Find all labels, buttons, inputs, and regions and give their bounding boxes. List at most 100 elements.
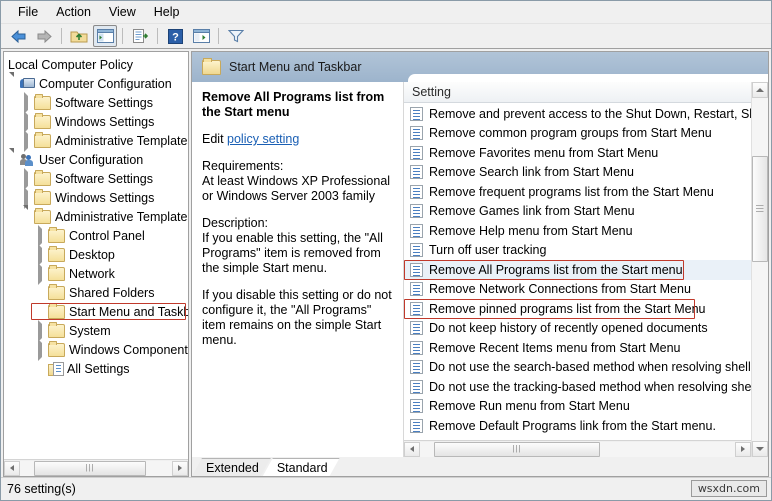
tree-item-network[interactable]: Network xyxy=(4,262,188,285)
expander-closed-icon[interactable] xyxy=(20,91,34,114)
scroll-thumb[interactable]: ||| xyxy=(752,156,768,262)
show-hide-console-tree-icon[interactable] xyxy=(93,25,117,47)
list-item-remove-pinned-programs[interactable]: Remove pinned programs list from the Sta… xyxy=(404,299,751,319)
policy-setting-icon xyxy=(410,243,423,258)
list-item-selected-remove-all-programs[interactable]: Remove All Programs list from the Start … xyxy=(404,260,751,280)
watermark: wsxdn.com xyxy=(690,480,767,497)
list-item[interactable]: Turn off user tracking xyxy=(404,241,751,261)
list-vertical-scrollbar[interactable]: ||| xyxy=(751,82,768,457)
header-notch xyxy=(408,74,768,82)
scroll-track[interactable]: ||| xyxy=(420,441,735,457)
list-item[interactable]: Remove common program groups from Start … xyxy=(404,124,751,144)
folder-icon xyxy=(48,340,65,357)
scroll-right-icon[interactable] xyxy=(172,460,188,476)
scroll-track[interactable]: ||| xyxy=(752,98,768,441)
tree-item-computer-configuration[interactable]: Computer Configuration xyxy=(4,71,188,93)
folder-icon xyxy=(34,169,51,186)
forward-icon[interactable] xyxy=(32,25,56,47)
column-header-setting[interactable]: Setting xyxy=(404,82,751,103)
list-item[interactable]: Remove Help menu from Start Menu xyxy=(404,221,751,241)
list-item[interactable]: Do not use the search-based method when … xyxy=(404,358,751,378)
tree-item-windows-components[interactable]: Windows Components xyxy=(4,338,188,361)
filter-icon[interactable] xyxy=(224,25,248,47)
list-item[interactable]: Do not keep history of recently opened d… xyxy=(404,319,751,339)
export-list-icon[interactable] xyxy=(128,25,152,47)
expander-open-icon[interactable] xyxy=(6,147,20,167)
tree-item-windows-settings-user[interactable]: Windows Settings xyxy=(4,186,188,209)
tree-item-desktop[interactable]: Desktop xyxy=(4,243,188,266)
menu-action[interactable]: Action xyxy=(47,3,100,21)
tree-item-label: Windows Settings xyxy=(55,190,155,205)
list-item-label: Do not keep history of recently opened d… xyxy=(429,321,708,336)
policy-setting-icon xyxy=(410,126,423,141)
list-item[interactable]: Remove Favorites menu from Start Menu xyxy=(404,143,751,163)
list-item[interactable]: Remove Run menu from Start Menu xyxy=(404,397,751,417)
scroll-right-icon[interactable] xyxy=(735,441,751,457)
list-item[interactable]: Remove Recent Items menu from Start Menu xyxy=(404,338,751,358)
expander-open-icon[interactable] xyxy=(20,204,34,224)
back-icon[interactable] xyxy=(6,25,30,47)
expander-closed-icon[interactable] xyxy=(20,186,34,209)
help-icon[interactable]: ? xyxy=(163,25,187,47)
list-item[interactable]: Remove Default Programs link from the St… xyxy=(404,416,751,436)
scroll-down-icon[interactable] xyxy=(752,441,768,457)
policy-setting-icon xyxy=(410,418,423,433)
list-item[interactable]: Do not use the tracking-based method whe… xyxy=(404,377,751,397)
policy-setting-icon xyxy=(410,301,423,316)
menu-file[interactable]: File xyxy=(9,3,47,21)
scroll-left-icon[interactable] xyxy=(4,460,20,476)
tree-item-user-configuration[interactable]: User Configuration xyxy=(4,147,188,169)
expander-closed-icon[interactable] xyxy=(34,224,48,247)
settings-list-pane: Setting Remove and prevent access to the… xyxy=(404,82,768,457)
tree-item-local-computer-policy[interactable]: Local Computer Policy xyxy=(4,55,188,74)
tree-item-windows-settings-computer[interactable]: Windows Settings xyxy=(4,110,188,133)
tree-item-start-menu-and-taskbar[interactable]: Start Menu and Taskbar xyxy=(4,302,188,321)
list-item[interactable]: Remove Network Connections from Start Me… xyxy=(404,280,751,300)
scroll-thumb[interactable]: ||| xyxy=(34,460,146,476)
list-horizontal-scrollbar[interactable]: ||| xyxy=(404,440,751,457)
tree-item-system[interactable]: System xyxy=(4,319,188,342)
expander-closed-icon[interactable] xyxy=(34,319,48,342)
tree-item-all-settings[interactable]: All Settings xyxy=(4,359,188,378)
expander-closed-icon[interactable] xyxy=(20,167,34,190)
menu-help[interactable]: Help xyxy=(145,3,189,21)
tab-standard[interactable]: Standard xyxy=(263,458,340,476)
list-item-label: Turn off user tracking xyxy=(429,243,547,258)
policy-setting-icon xyxy=(410,399,423,414)
scroll-thumb[interactable]: ||| xyxy=(434,441,600,457)
scroll-left-icon[interactable] xyxy=(404,441,420,457)
up-one-level-icon[interactable] xyxy=(67,25,91,47)
properties-icon[interactable] xyxy=(189,25,213,47)
list-item[interactable]: Remove Games link from Start Menu xyxy=(404,202,751,222)
list-item[interactable]: Remove and prevent access to the Shut Do… xyxy=(404,104,751,124)
list-item[interactable]: Remove Search link from Start Menu xyxy=(404,163,751,183)
expander-open-icon[interactable] xyxy=(6,71,20,91)
expander-closed-icon[interactable] xyxy=(20,129,34,152)
tree-item-administrative-templates-computer[interactable]: Administrative Templates xyxy=(4,129,188,152)
tree-item-administrative-templates-user[interactable]: Administrative Templates xyxy=(4,204,188,226)
tree-item-software-settings-user[interactable]: Software Settings xyxy=(4,167,188,190)
scroll-up-icon[interactable] xyxy=(752,82,768,98)
settings-list[interactable]: Remove and prevent access to the Shut Do… xyxy=(404,103,751,440)
expander-closed-icon[interactable] xyxy=(34,262,48,285)
edit-policy-line: Edit policy setting xyxy=(202,132,395,146)
console-tree[interactable]: Local Computer Policy Computer Configura… xyxy=(4,52,188,459)
scroll-track[interactable]: ||| xyxy=(20,460,172,476)
tree-horizontal-scrollbar[interactable]: ||| xyxy=(4,459,188,476)
list-item[interactable]: Remove frequent programs list from the S… xyxy=(404,182,751,202)
policy-setting-icon xyxy=(410,360,423,375)
menu-view[interactable]: View xyxy=(100,3,145,21)
list-column: Setting Remove and prevent access to the… xyxy=(404,82,751,457)
tab-extended[interactable]: Extended xyxy=(192,458,271,476)
policy-setting-link[interactable]: policy setting xyxy=(227,132,299,146)
expander-closed-icon[interactable] xyxy=(20,110,34,133)
list-item-label: Remove Run menu from Start Menu xyxy=(429,399,630,414)
expander-closed-icon[interactable] xyxy=(34,338,48,361)
tree-item-label: All Settings xyxy=(67,361,130,376)
tree-item-shared-folders[interactable]: Shared Folders xyxy=(4,283,188,302)
expander-closed-icon[interactable] xyxy=(34,243,48,266)
tree-item-software-settings-computer[interactable]: Software Settings xyxy=(4,91,188,114)
folder-icon xyxy=(202,57,221,75)
tree-item-label: Control Panel xyxy=(69,228,145,243)
tree-item-control-panel[interactable]: Control Panel xyxy=(4,224,188,247)
